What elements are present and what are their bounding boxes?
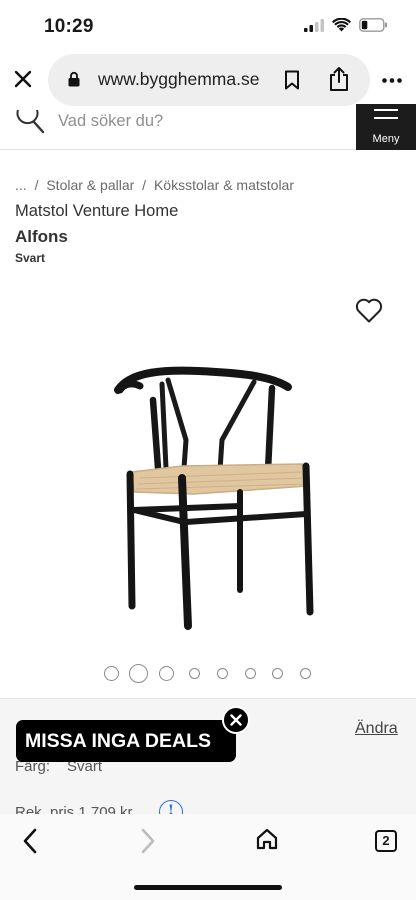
home-indicator [134,885,282,890]
home-icon[interactable] [256,828,278,850]
carousel-dot-active[interactable] [129,664,148,683]
menu-button[interactable]: Meny [356,104,416,150]
change-option-link[interactable]: Ändra [355,720,398,738]
carousel-dot[interactable] [159,666,174,681]
address-bar[interactable]: www.bygghemma.se [48,54,370,106]
status-time: 10:29 [44,16,94,37]
carousel-dot[interactable] [217,668,228,679]
product-image [114,366,314,630]
search-input[interactable] [58,106,338,136]
url-text: www.bygghemma.se [98,69,260,89]
carousel-dot[interactable] [245,668,256,679]
status-icons [304,18,388,32]
battery-icon [359,18,387,32]
carousel-dot[interactable] [189,668,200,679]
menu-label: Meny [372,133,400,145]
back-arrow-icon[interactable] [22,828,38,854]
chair-illustration [114,366,314,630]
lock-icon [68,71,80,87]
breadcrumb-separator: / [34,177,39,193]
carousel-dot[interactable] [272,668,283,679]
breadcrumb-ellipsis[interactable]: ... [15,177,27,193]
product-name: Alfons [15,227,68,246]
search-bar [0,104,416,150]
status-bar: 10:29 [0,0,416,52]
more-options-icon[interactable] [382,78,402,83]
bookmark-icon[interactable] [284,70,300,90]
forward-arrow-icon[interactable] [140,828,156,854]
search-icon [16,109,45,134]
cellular-signal-icon [304,18,324,32]
browser-bar: www.bygghemma.se [0,52,416,108]
hamburger-icon [374,109,398,119]
product-variant: Svart [15,251,46,265]
product-category: Matstol Venture Home [15,202,179,220]
breadcrumb-item-stolar[interactable]: Stolar & pallar [46,177,134,193]
breadcrumb-item-koksstolar[interactable]: Köksstolar & matstolar [154,177,294,193]
deals-close-button[interactable] [222,706,250,734]
close-icon [14,70,32,88]
tabs-button[interactable]: 2 [375,830,397,852]
share-icon[interactable] [328,66,350,92]
carousel-dot[interactable] [104,666,119,681]
wifi-icon [332,18,351,32]
breadcrumb: ... / Stolar & pallar / Köksstolar & mat… [15,177,294,193]
image-carousel-dots [0,662,416,686]
heart-icon[interactable] [354,296,384,324]
close-tab-button[interactable] [12,66,34,92]
carousel-dot[interactable] [300,668,311,679]
breadcrumb-separator: / [142,177,147,193]
close-icon [230,714,242,726]
deals-banner[interactable]: MISSA INGA DEALS [16,720,236,762]
